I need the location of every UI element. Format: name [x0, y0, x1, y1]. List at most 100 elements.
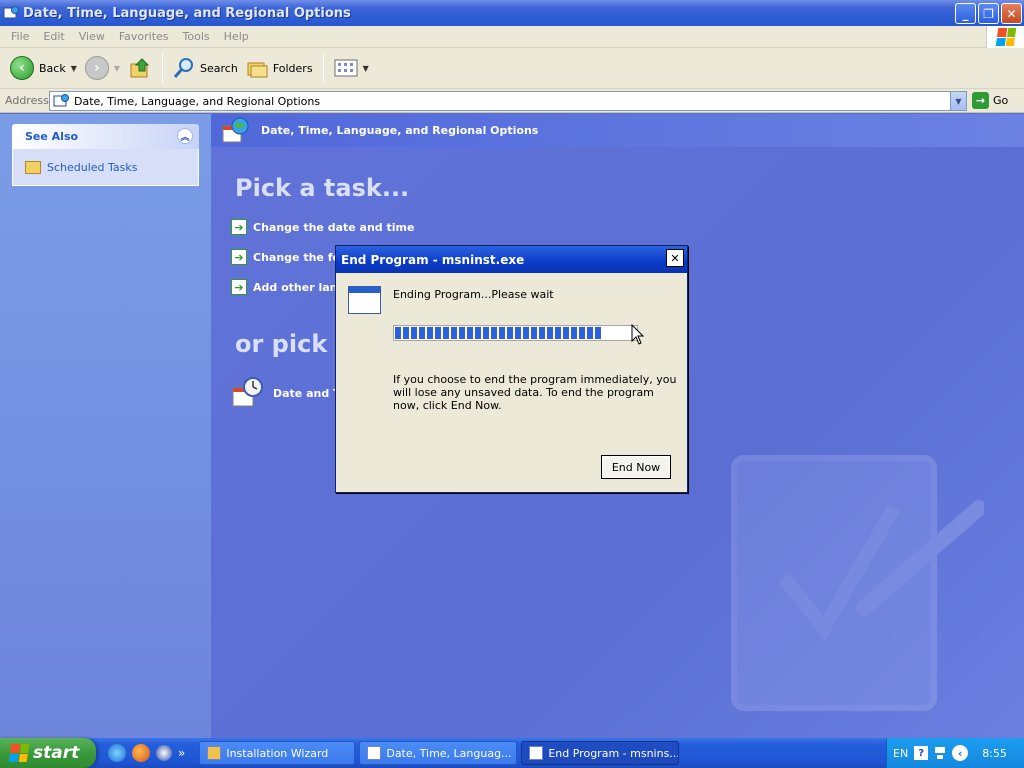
- help-icon[interactable]: ?: [914, 746, 929, 760]
- maximize-button[interactable]: ❐: [978, 3, 999, 24]
- taskbar-item-date-time[interactable]: Date, Time, Languag...: [359, 741, 518, 765]
- network-icon[interactable]: [934, 745, 946, 761]
- back-arrow-icon: ‹: [10, 56, 34, 80]
- folders-label: Folders: [272, 61, 313, 75]
- progress-segment: [443, 327, 449, 339]
- toolbar: ‹ Back ▼ › ▼ Search Folders ▼: [0, 48, 1024, 89]
- progress-segment: [451, 327, 457, 339]
- globe-calendar-icon: [222, 117, 249, 142]
- show-hidden-icons-icon[interactable]: ‹: [952, 745, 969, 761]
- start-button[interactable]: start: [0, 738, 96, 768]
- start-label: start: [33, 743, 80, 763]
- taskbar-item-installation-wizard[interactable]: Installation Wizard: [199, 741, 356, 765]
- menu-edit[interactable]: Edit: [36, 30, 71, 43]
- progress-segment: [411, 327, 417, 339]
- folders-icon: [247, 62, 268, 78]
- toolbar-separator: [162, 53, 164, 83]
- progress-segment: [587, 327, 593, 339]
- menu-view[interactable]: View: [72, 30, 112, 43]
- more-quicklaunch-icon[interactable]: »: [178, 746, 185, 760]
- language-indicator[interactable]: EN: [893, 747, 908, 760]
- progress-segment: [555, 327, 561, 339]
- see-also-list: Scheduled Tasks: [12, 149, 199, 186]
- chevron-down-icon[interactable]: ▼: [71, 64, 77, 73]
- taskbar-item-label: Date, Time, Languag...: [386, 746, 512, 760]
- end-now-button[interactable]: End Now: [601, 455, 671, 479]
- views-button[interactable]: ▼: [330, 52, 373, 84]
- dialog-status-text: Ending Program...Please wait: [393, 288, 554, 301]
- progress-segment: [523, 327, 529, 339]
- clock: 8:55: [982, 746, 1007, 760]
- progress-segment: [427, 327, 433, 339]
- go-label: Go: [993, 94, 1009, 107]
- address-bar: Address Date, Time, Language, and Region…: [0, 89, 1024, 113]
- menu-favorites[interactable]: Favorites: [112, 30, 176, 43]
- end-program-dialog: End Program - msninst.exe ✕ Ending Progr…: [335, 245, 688, 493]
- progress-segment: [395, 327, 401, 339]
- progress-segment: [539, 327, 545, 339]
- minimize-button[interactable]: _: [955, 3, 976, 24]
- firefox-icon[interactable]: [132, 744, 150, 762]
- dialog-info-text: If you choose to end the program immedia…: [393, 373, 677, 412]
- task-link-change-date[interactable]: ➔ Change the date and time: [231, 219, 414, 235]
- search-button[interactable]: Search: [169, 52, 242, 84]
- applet-label: Date and Ti: [273, 386, 345, 400]
- progress-segment: [531, 327, 537, 339]
- messenger-icon[interactable]: [156, 745, 172, 761]
- task-label: Add other lang: [253, 280, 346, 294]
- close-button[interactable]: ✕: [1001, 3, 1022, 24]
- dialog-titlebar[interactable]: End Program - msninst.exe ✕: [336, 246, 687, 273]
- date-time-icon: [232, 377, 263, 407]
- up-folder-icon: [130, 58, 150, 78]
- folders-button[interactable]: Folders: [242, 52, 317, 84]
- back-button[interactable]: ‹ Back ▼: [6, 52, 81, 84]
- toolbar-separator: [322, 53, 324, 83]
- windows-logo-icon: [986, 26, 1024, 48]
- quick-launch: »: [108, 744, 185, 762]
- chevron-down-icon[interactable]: ▼: [950, 92, 966, 110]
- internet-explorer-icon[interactable]: [108, 744, 126, 762]
- chevron-down-icon[interactable]: ▼: [114, 64, 120, 73]
- window-titlebar[interactable]: Date, Time, Language, and Regional Optio…: [0, 0, 1024, 26]
- progress-segment: [403, 327, 409, 339]
- progress-segment: [499, 327, 505, 339]
- up-folder-button[interactable]: [124, 52, 156, 84]
- progress-bar: [393, 325, 638, 341]
- search-icon: [173, 58, 194, 78]
- chevron-down-icon[interactable]: ▼: [363, 64, 369, 73]
- task-link-change-format[interactable]: ➔ Change the for: [231, 249, 345, 265]
- window-controls: _ ❐ ✕: [955, 3, 1022, 24]
- address-input[interactable]: Date, Time, Language, and Regional Optio…: [49, 91, 967, 111]
- menu-help[interactable]: Help: [217, 30, 256, 43]
- go-arrow-icon: →: [972, 92, 989, 109]
- progress-segment: [475, 327, 481, 339]
- pick-task-heading: Pick a task...: [235, 174, 410, 202]
- program-window-icon: [529, 746, 544, 760]
- taskbar: start » Installation Wizard Date, Time, …: [0, 738, 1024, 768]
- progress-fill: [395, 327, 601, 339]
- forward-arrow-icon: ›: [84, 56, 109, 80]
- collapse-icon[interactable]: ︽: [177, 128, 193, 144]
- date-time-applet[interactable]: Date and Ti: [231, 376, 344, 410]
- progress-segment: [483, 327, 489, 339]
- progress-segment: [459, 327, 465, 339]
- task-link-add-language[interactable]: ➔ Add other lang: [231, 279, 345, 295]
- dialog-title: End Program - msninst.exe: [341, 252, 525, 267]
- taskbar-item-label: End Program - msnins...: [548, 746, 680, 760]
- taskbar-item-end-program[interactable]: End Program - msnins...: [521, 741, 680, 765]
- dialog-close-button[interactable]: ✕: [666, 249, 684, 267]
- forward-button[interactable]: › ▼: [81, 52, 124, 84]
- menu-file[interactable]: File: [4, 30, 36, 43]
- search-label: Search: [200, 61, 238, 75]
- scheduled-tasks-icon: [25, 160, 41, 174]
- menu-tools[interactable]: Tools: [176, 30, 217, 43]
- green-arrow-icon: ➔: [231, 219, 247, 235]
- go-button[interactable]: → Go: [972, 92, 1008, 109]
- address-label: Address: [5, 94, 49, 107]
- see-also-header[interactable]: See Also ︽: [12, 124, 199, 149]
- installer-icon: [207, 746, 222, 760]
- views-icon: [334, 59, 358, 77]
- task-label: Change the for: [253, 250, 346, 264]
- sidebar-item-scheduled-tasks[interactable]: Scheduled Tasks: [47, 161, 138, 174]
- see-also-title: See Also: [25, 130, 79, 143]
